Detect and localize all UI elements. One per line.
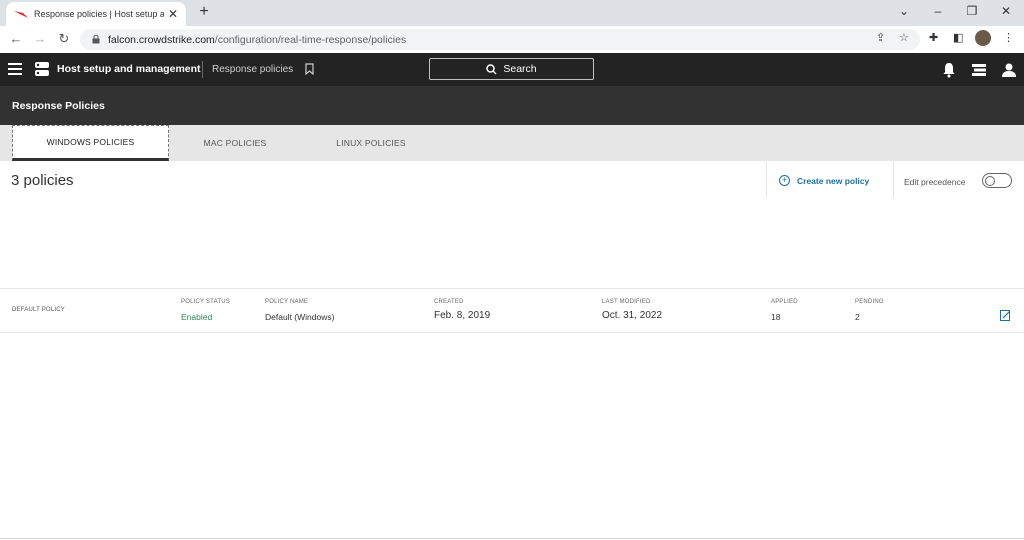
app-name[interactable]: Host setup and management	[57, 63, 201, 75]
created-value: Feb. 8, 2019	[434, 310, 491, 321]
page-header: Response Policies	[0, 86, 1024, 125]
url-host: falcon.crowdstrike.com	[108, 33, 215, 46]
new-tab-icon[interactable]: +	[195, 3, 213, 21]
address-bar[interactable]: falcon.crowdstrike.com/configuration/rea…	[80, 29, 920, 50]
side-panel-icon[interactable]: ◧	[953, 31, 963, 44]
minimize-icon[interactable]: –	[928, 4, 948, 18]
policy-name-header: POLICY NAME	[265, 299, 309, 305]
tab-search-icon[interactable]: ⌄	[894, 4, 914, 18]
restore-icon[interactable]: ❐	[962, 4, 982, 18]
back-icon[interactable]: ←	[8, 31, 24, 46]
page-bottom-border	[0, 538, 1024, 539]
host-management-icon	[35, 62, 49, 76]
app-header: Host setup and management Response polic…	[0, 53, 1024, 86]
policy-count: 3 policies	[11, 172, 74, 189]
header-divider	[202, 61, 203, 78]
policy-name-value[interactable]: Default (Windows)	[265, 312, 334, 322]
browser-profile-avatar[interactable]	[975, 30, 991, 46]
support-icon[interactable]	[971, 62, 987, 78]
edit-precedence-toggle[interactable]	[982, 173, 1012, 188]
search-button[interactable]: Search	[429, 58, 594, 80]
applied-value: 18	[771, 312, 781, 322]
policy-status-value: Enabled	[181, 312, 213, 322]
browser-tab-title: Response policies | Host setup ar	[34, 9, 164, 19]
user-profile-icon[interactable]	[1001, 62, 1017, 78]
extensions-icon[interactable]: ✚	[929, 31, 938, 44]
tab-windows-policies[interactable]: WINDOWS POLICIES	[12, 125, 169, 161]
falcon-favicon-icon	[14, 11, 28, 18]
lock-icon	[92, 35, 100, 44]
default-policy-label: DEFAULT POLICY	[12, 307, 65, 313]
created-header: CREATED	[434, 299, 464, 305]
search-label: Search	[503, 63, 537, 75]
forward-icon[interactable]: →	[32, 31, 48, 46]
tab-linux-policies[interactable]: LINUX POLICIES	[305, 125, 437, 161]
edit-precedence-label: Edit precedence	[904, 177, 966, 187]
row-divider-bottom	[0, 332, 1024, 333]
share-icon[interactable]: ⇪	[876, 31, 885, 44]
toolbar-divider	[766, 162, 767, 198]
applied-header: APPLIED	[771, 299, 798, 305]
browser-tab[interactable]: Response policies | Host setup ar ✕	[6, 2, 186, 26]
search-icon	[486, 63, 497, 75]
browser-toolbar: ← → ↻ falcon.crowdstrike.com/configurati…	[0, 26, 1024, 52]
policy-os-tabs: WINDOWS POLICIES MAC POLICIES LINUX POLI…	[0, 125, 1024, 161]
pending-value: 2	[855, 312, 860, 322]
hamburger-menu-icon[interactable]	[8, 63, 22, 75]
notifications-bell-icon[interactable]	[941, 62, 957, 78]
breadcrumb: Response policies	[212, 64, 294, 75]
last-modified-header: LAST MODIFIED	[602, 299, 651, 305]
toolbar-divider	[893, 162, 894, 198]
toggle-knob	[985, 176, 995, 186]
bookmark-star-icon[interactable]: ☆	[899, 31, 909, 44]
page-title: Response Policies	[12, 100, 105, 112]
create-new-policy-button[interactable]: + Create new policy	[779, 175, 869, 186]
policy-status-header: POLICY STATUS	[181, 299, 230, 305]
create-new-policy-label: Create new policy	[797, 175, 870, 186]
url-path: /configuration/real-time-response/polici…	[214, 33, 407, 46]
row-divider-top	[0, 288, 1024, 289]
pending-header: PENDING	[855, 299, 884, 305]
close-window-icon[interactable]: ✕	[996, 4, 1016, 18]
add-circle-icon: +	[779, 175, 790, 186]
close-tab-icon[interactable]: ✕	[168, 7, 178, 21]
browser-tab-strip: Response policies | Host setup ar ✕ + ⌄ …	[0, 0, 1024, 26]
browser-menu-icon[interactable]: ⋮	[1003, 31, 1014, 44]
last-modified-value: Oct. 31, 2022	[602, 310, 663, 321]
reload-icon[interactable]: ↻	[56, 31, 72, 47]
tab-mac-policies[interactable]: MAC POLICIES	[170, 125, 300, 161]
bookmark-icon[interactable]	[305, 63, 314, 75]
edit-policy-icon[interactable]	[1000, 309, 1011, 321]
